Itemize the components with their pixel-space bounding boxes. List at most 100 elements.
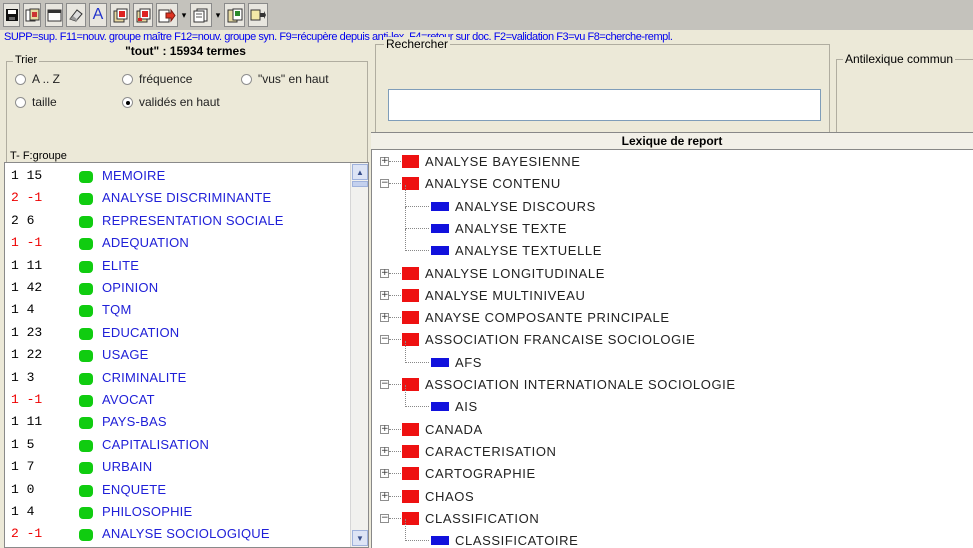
new-master-group-icon[interactable]: [110, 3, 130, 27]
term-row[interactable]: 1 -1 AVOCAT: [5, 389, 350, 411]
tree-group-node[interactable]: + ANALYSE LONGITUDINALE: [372, 263, 972, 285]
term-label: CRIMINALITE: [102, 369, 187, 385]
search-input[interactable]: [388, 89, 821, 121]
synonym-icon: [431, 536, 449, 546]
term-tf: 1 15: [11, 168, 43, 183]
term-row[interactable]: 1 11 ELITE: [5, 255, 350, 277]
tree-connector: [405, 229, 406, 252]
term-row[interactable]: 1 4 TQM: [5, 299, 350, 321]
tree-child-node[interactable]: AFS: [372, 340, 972, 374]
tree-node-label: AIS: [455, 399, 478, 415]
term-list-scrollbar[interactable]: ▲ ▼: [350, 163, 368, 547]
collapse-icon[interactable]: −: [380, 513, 389, 523]
lexique-tree[interactable]: + ANALYSE BAYESIENNE − ANALYSE CONTENU ANALY…: [371, 150, 973, 548]
tree-child-node[interactable]: ANALYSE TEXTE: [372, 206, 972, 240]
expand-icon[interactable]: +: [380, 469, 389, 479]
tree-group-node[interactable]: + ANAYSE COMPOSANTE PRINCIPALE: [372, 307, 972, 329]
term-row[interactable]: 1 22 USAGE: [5, 344, 350, 366]
tree-group-node[interactable]: − ASSOCIATION INTERNATIONALE SOCIOLOGIE: [372, 374, 972, 396]
sort-radio-frequency[interactable]: fréquence: [122, 72, 192, 86]
collapse-icon[interactable]: −: [380, 380, 389, 389]
tree-group-node[interactable]: + CARACTERISATION: [372, 441, 972, 463]
validated-status-icon: [79, 215, 93, 228]
sort-radio-alpha[interactable]: A .. Z: [15, 72, 60, 86]
eraser-icon[interactable]: [66, 3, 86, 27]
pages-dropdown-arrow[interactable]: ▾: [214, 3, 222, 27]
expand-icon[interactable]: +: [380, 446, 389, 456]
validated-status-icon: [79, 283, 93, 295]
term-label: PAYS-BAS: [102, 414, 167, 430]
validated-status-icon: [79, 327, 93, 340]
save-icon[interactable]: [3, 3, 20, 27]
term-row[interactable]: 1 5 CAPITALISATION: [5, 434, 350, 456]
tree-connector: [389, 161, 401, 162]
term-row[interactable]: 1 42 OPINION: [5, 277, 350, 299]
term-tf: 1 -1: [11, 392, 43, 407]
expand-icon[interactable]: +: [380, 424, 389, 434]
export-arrow-icon[interactable]: [156, 3, 178, 27]
collapse-icon[interactable]: −: [380, 179, 389, 189]
term-row[interactable]: 1 15 MEMOIRE: [5, 165, 350, 187]
synonym-icon: [431, 223, 449, 233]
tree-group-node[interactable]: + CANADA: [372, 419, 972, 441]
tree-connector: [405, 340, 406, 363]
term-tf: 2 -1: [11, 526, 43, 542]
scroll-down-button[interactable]: ▼: [352, 530, 368, 546]
scroll-up-button[interactable]: ▲: [352, 164, 368, 180]
tree-child-node[interactable]: AIS: [372, 385, 972, 418]
tree-node-label: AFS: [455, 354, 483, 370]
tree-node-label: ANALYSE LONGITUDINALE: [425, 265, 605, 281]
tree-group-node[interactable]: + ANALYSE BAYESIENNE: [372, 151, 972, 173]
term-list[interactable]: 1 15 MEMOIRE 2 -1 ANALYSE DISCRIMINANTE 2 6 R…: [4, 162, 369, 548]
lexique-header: Lexique de report: [371, 132, 973, 150]
term-row[interactable]: 1 3 CRIMINALITE: [5, 367, 350, 389]
tree-node-label: ANALYSE MULTINIVEAU: [425, 287, 586, 303]
collapse-icon[interactable]: −: [380, 335, 389, 345]
tree-group-node[interactable]: + CHAOS: [372, 486, 972, 508]
term-tf: 1 -1: [11, 235, 43, 251]
pages-icon[interactable]: [190, 3, 212, 27]
term-label: AVOCAT: [102, 392, 155, 407]
sort-radio-validated-top[interactable]: validés en haut: [122, 95, 220, 109]
tree-child-node[interactable]: ANALYSE DISCOURS: [372, 184, 972, 218]
font-icon[interactable]: A: [89, 3, 107, 27]
tree-group-node[interactable]: + CARTOGRAPHIE: [372, 463, 972, 485]
expand-icon[interactable]: +: [380, 157, 389, 166]
tree-group-node[interactable]: − ASSOCIATION FRANCAISE SOCIOLOGIE: [372, 329, 972, 351]
copy-book-icon[interactable]: [23, 3, 41, 27]
tree-child-node[interactable]: ANALYSE TEXTUELLE: [372, 229, 972, 262]
term-row[interactable]: 2 6 REPRESENTATION SOCIALE: [5, 210, 350, 232]
tree-group-node[interactable]: + ANALYSE MULTINIVEAU: [372, 285, 972, 307]
term-row[interactable]: 1 7 URBAIN: [5, 456, 350, 478]
expand-icon[interactable]: +: [380, 290, 389, 300]
sort-radio-size[interactable]: taille: [15, 95, 57, 109]
new-syn-group-icon[interactable]: [133, 3, 153, 27]
term-row[interactable]: 1 0 ENQUETE: [5, 479, 350, 501]
term-row[interactable]: 2 -1 ANALYSE SOCIOLOGIQUE: [5, 523, 350, 545]
sort-radio-seen-top[interactable]: "vus" en haut: [241, 72, 329, 86]
term-row[interactable]: 1 23 EDUCATION: [5, 322, 350, 344]
expand-icon[interactable]: +: [380, 268, 389, 278]
tree-group-node[interactable]: − ANALYSE CONTENU: [372, 173, 972, 195]
term-row[interactable]: 1 11 PAYS-BAS: [5, 411, 350, 433]
scroll-thumb[interactable]: [352, 181, 368, 187]
search-legend: Rechercher: [384, 37, 451, 51]
term-label: MEMOIRE: [102, 168, 166, 183]
export-dropdown-arrow[interactable]: ▾: [180, 3, 188, 27]
window-icon[interactable]: [45, 3, 63, 27]
term-row[interactable]: 1 -1 ADEQUATION: [5, 232, 350, 254]
term-row[interactable]: 1 4 PHILOSOPHIE: [5, 501, 350, 523]
book-copy-icon[interactable]: [224, 3, 245, 27]
move-list-icon[interactable]: [248, 3, 268, 27]
term-label: USAGE: [102, 347, 149, 363]
tree-group-node[interactable]: − CLASSIFICATION: [372, 508, 972, 530]
tree-child-node[interactable]: CLASSIFICATOIRE: [372, 519, 972, 548]
validated-status-icon: [79, 193, 93, 206]
term-tf: 1 0: [11, 481, 35, 497]
term-row[interactable]: 2 -1 ANALYSE DISCRIMINANTE: [5, 187, 350, 209]
term-tf: 1 11: [11, 257, 43, 273]
validated-status-icon: [79, 529, 93, 542]
expand-icon[interactable]: +: [380, 313, 389, 323]
expand-icon[interactable]: +: [380, 491, 389, 501]
tree-node-label: ANAYSE COMPOSANTE PRINCIPALE: [425, 310, 670, 326]
